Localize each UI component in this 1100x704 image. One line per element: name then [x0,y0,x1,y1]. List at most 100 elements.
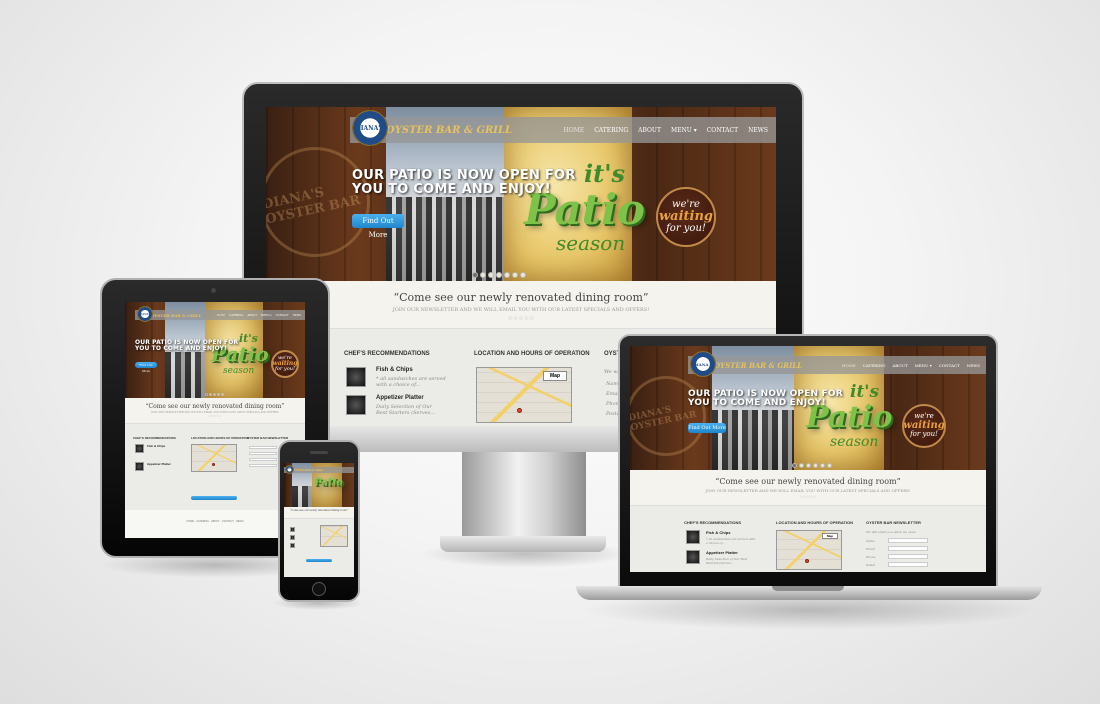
map-type-button[interactable]: Map [822,533,838,539]
slider-dot[interactable] [820,463,825,468]
rating-stars: ☆☆☆☆☆ [208,414,222,418]
postal-field[interactable] [249,464,277,467]
logo[interactable]: DIANA'S [690,351,716,377]
form-row [249,446,277,449]
phone-home-button[interactable] [312,582,326,596]
email-field[interactable] [888,546,928,551]
nav-about[interactable]: ABOUT [247,314,257,317]
email-field[interactable] [249,452,277,455]
slider-dot[interactable] [512,272,518,278]
newsletter-subline: JOIN OUR NEWSLETTER AND WE WILL EMAIL YO… [705,488,911,493]
slider-dot[interactable] [496,272,502,278]
nav-menu[interactable]: MENU ▾ [261,314,272,317]
slider-dot[interactable] [217,393,220,396]
slider-dot[interactable] [799,463,804,468]
slider-dot[interactable] [792,463,797,468]
location-title: LOCATION AND HOURS OF OPERATION [776,520,854,525]
item-thumbnail[interactable] [686,530,700,544]
sign-its: it's [584,159,626,188]
newsletter-title: OYSTER BAR NEWSLETTER [866,520,921,525]
item-title[interactable]: Fish & Chips [147,444,165,448]
nav-home[interactable]: HOME [564,127,585,134]
map-pin-icon[interactable] [212,463,215,466]
slider-dot[interactable] [813,463,818,468]
nav-contact[interactable]: CONTACT [939,363,960,368]
slider-dots [205,393,224,396]
main-nav: OYSTER BAR & GRILL HOME CATERING ABOUT M… [350,117,776,143]
find-out-more-button[interactable]: Find Out More [352,214,404,239]
item-thumbnail[interactable] [686,550,700,564]
map-type-button[interactable]: Map [543,371,567,381]
nav-catering[interactable]: CATERING [594,127,628,134]
map-pin-icon[interactable] [805,559,809,563]
nav-home[interactable]: HOME [217,314,226,317]
location-title: LOCATION AND HOURS OF OPERATION [191,436,249,440]
slider-dot[interactable] [213,393,216,396]
nav-about[interactable]: ABOUT [892,363,907,368]
slider-dot[interactable] [221,393,224,396]
item-title[interactable]: Appetizer Platter [706,550,738,555]
nav-news[interactable]: NEWS [967,363,980,368]
nav-home[interactable]: HOME [842,363,856,368]
item-title[interactable]: Appetizer Platter [147,462,171,466]
item-title[interactable]: Fish & Chips [706,530,730,535]
slider-dot[interactable] [806,463,811,468]
item-title[interactable]: Fish & Chips [376,367,413,373]
slider-dot[interactable] [520,272,526,278]
main-nav: OYSTER BAR & GRILL [284,467,354,473]
newsletter-title: OYSTER BAR NEWSLETTER [247,436,289,440]
name-field[interactable] [249,446,277,449]
item-thumbnail[interactable] [346,395,366,415]
nav-news[interactable]: NEWS [748,127,768,134]
item-desc: Daily Selection of Our Best Starters (Se… [376,404,435,416]
item-title[interactable]: Appetizer Platter [376,395,424,401]
slider-dot[interactable] [504,272,510,278]
location-map[interactable]: Map [476,367,572,423]
slider-dot[interactable] [827,463,832,468]
main-nav: OYSTER BAR & GRILL HOME CATERING ABOUT M… [135,310,305,320]
nav-contact[interactable]: CONTACT [707,127,738,134]
form-row: Email [866,546,928,551]
rating-stars: ☆☆☆☆☆ [799,494,817,499]
newsletter-signup-button[interactable] [306,559,332,562]
slider-dot[interactable] [488,272,494,278]
form-row: Name [866,538,928,543]
phone-field[interactable] [249,458,277,461]
hero-slider: Patio OYSTER BAR & GRILL DIANA'S [284,463,354,507]
nav-contact[interactable]: CONTACT [276,314,289,317]
newsletter-subline: JOIN OUR NEWSLETTER AND WE WILL EMAIL YO… [392,307,650,313]
item-thumbnail[interactable] [346,367,366,387]
nav-links: HOME CATERING ABOUT MENU ▾ CONTACT NEWS [217,314,301,317]
phone-field[interactable] [888,554,928,559]
location-map[interactable]: Map [776,530,842,570]
map-pin-icon[interactable] [517,408,522,413]
item-thumbnail[interactable] [290,535,295,540]
newsletter-signup-button[interactable] [191,496,237,500]
slider-dot[interactable] [205,393,208,396]
brand-name: OYSTER BAR & GRILL [714,360,803,370]
item-thumbnail[interactable] [290,543,295,548]
logo[interactable]: DIANA'S [285,465,294,474]
name-field[interactable] [888,538,928,543]
nav-menu[interactable]: MENU ▾ [915,363,932,368]
nav-news[interactable]: NEWS [293,314,301,317]
item-thumbnail[interactable] [290,527,295,532]
nav-about[interactable]: ABOUT [638,127,661,134]
find-out-more-button[interactable]: Find Out More [688,423,726,433]
rating-stars: ☆☆☆☆☆ [507,316,535,322]
postal-field[interactable] [888,562,928,567]
item-thumbnail[interactable] [135,462,144,471]
slider-dot[interactable] [472,272,478,278]
nav-catering[interactable]: CATERING [229,314,243,317]
hero-slider: DIANA'S OYSTER BAR it's Patio season we'… [630,346,986,470]
find-out-more-button[interactable]: Find Out More [135,362,157,373]
nav-menu[interactable]: MENU ▾ [671,127,697,134]
logo[interactable]: DIANA'S [137,306,153,322]
location-map[interactable] [320,525,348,547]
nav-catering[interactable]: CATERING [863,363,886,368]
slider-dot[interactable] [209,393,212,396]
slider-dot[interactable] [480,272,486,278]
item-thumbnail[interactable] [135,444,144,453]
location-map[interactable] [191,444,237,472]
logo[interactable]: DIANA'S [352,110,388,146]
